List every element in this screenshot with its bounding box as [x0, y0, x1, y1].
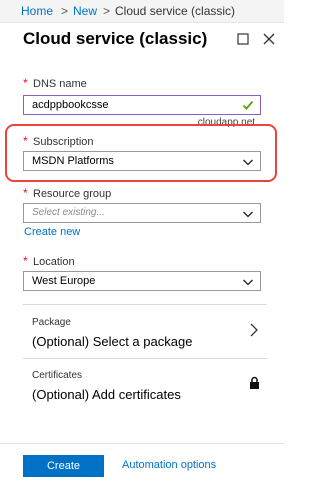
breadcrumb-new[interactable]: New — [73, 4, 97, 18]
required-marker: * — [23, 186, 28, 200]
close-icon[interactable] — [263, 32, 275, 45]
subscription-label: Subscription — [33, 136, 94, 148]
breadcrumb-home[interactable]: Home — [21, 4, 53, 18]
subscription-select[interactable]: MSDN Platforms — [23, 151, 261, 171]
breadcrumb-separator: > — [103, 4, 111, 18]
required-marker: * — [23, 76, 28, 90]
chevron-right-icon — [249, 323, 259, 342]
page-title: Cloud service (classic) — [23, 29, 208, 48]
chevron-down-icon — [242, 207, 254, 225]
create-new-link[interactable]: Create new — [24, 226, 80, 238]
required-marker: * — [23, 134, 28, 148]
breadcrumb-separator: > — [61, 4, 69, 18]
breadcrumb-current: Cloud service (classic) — [115, 4, 236, 18]
maximize-icon[interactable] — [237, 32, 249, 45]
lock-icon — [249, 376, 260, 394]
package-value: (Optional) Select a package — [32, 334, 193, 349]
dns-name-input[interactable]: acdppbookcsse — [23, 95, 261, 115]
certificates-label: Certificates — [32, 370, 83, 381]
chevron-down-icon — [242, 275, 254, 293]
certificates-value: (Optional) Add certificates — [32, 387, 181, 402]
dns-name-label: DNS name — [33, 78, 87, 90]
resource-group-placeholder: Select existing... — [32, 207, 105, 218]
create-button[interactable]: Create — [23, 455, 104, 477]
location-label: Location — [33, 256, 75, 268]
breadcrumb: Home > New > Cloud service (classic) — [0, 0, 284, 23]
chevron-down-icon — [242, 155, 254, 173]
required-marker: * — [23, 254, 28, 268]
resource-group-label: Resource group — [33, 188, 112, 200]
package-label: Package — [32, 317, 71, 328]
dns-name-value: acdppbookcsse — [32, 99, 109, 111]
automation-options-link[interactable]: Automation options — [122, 459, 216, 471]
resource-group-select[interactable]: Select existing... — [23, 203, 261, 223]
location-value: West Europe — [32, 275, 96, 287]
checkmark-icon — [242, 98, 254, 116]
footer-divider — [0, 443, 284, 444]
subscription-value: MSDN Platforms — [32, 155, 114, 167]
certificates-section[interactable]: Certificates (Optional) Add certificates — [23, 358, 267, 413]
package-section[interactable]: Package (Optional) Select a package — [23, 304, 267, 359]
location-select[interactable]: West Europe — [23, 271, 261, 291]
